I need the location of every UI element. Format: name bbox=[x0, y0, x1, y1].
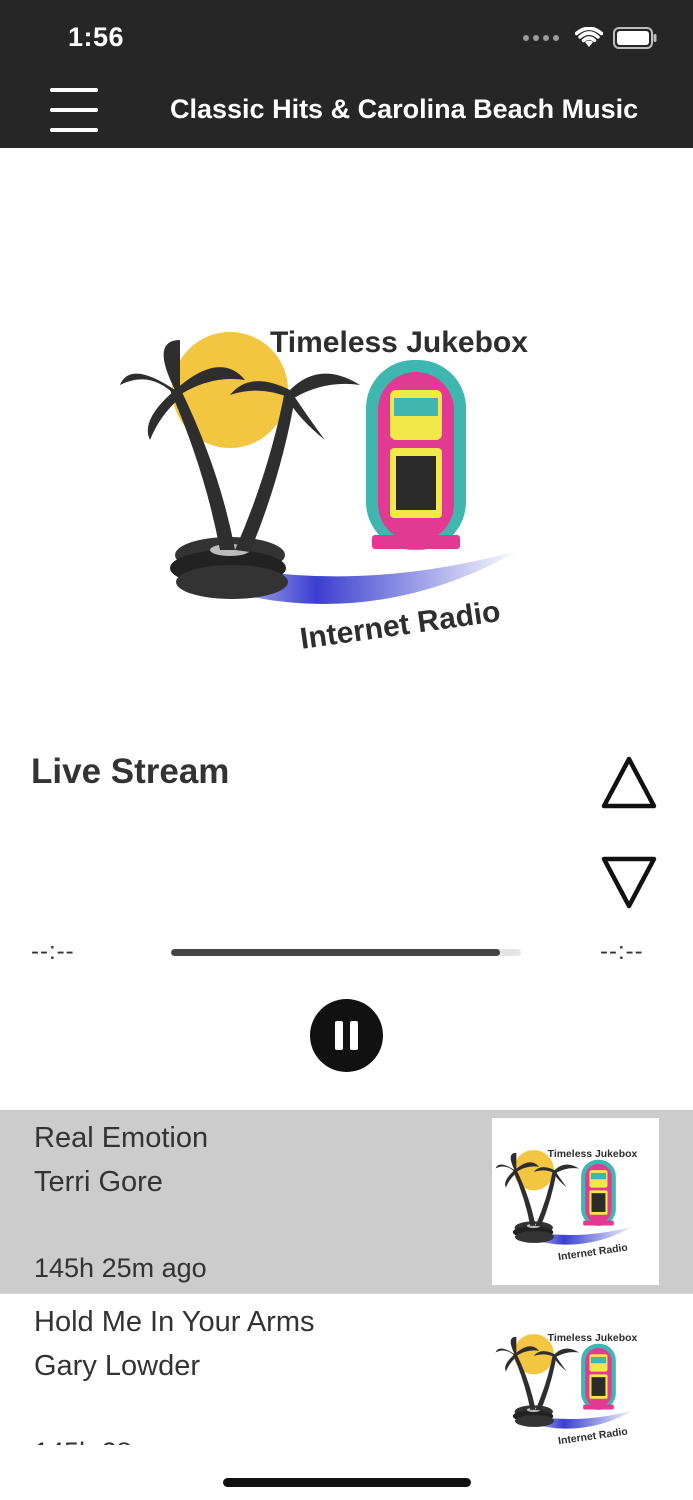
status-icons bbox=[523, 26, 657, 50]
elapsed-time: --:-- bbox=[31, 938, 75, 965]
list-item[interactable]: Hold Me In Your Arms Gary Lowder 145h 28… bbox=[0, 1294, 693, 1445]
track-played-ago: 145h 28m ago bbox=[34, 1437, 207, 1445]
track-history-list[interactable]: Real Emotion Terri Gore 145h 25m ago Hol… bbox=[0, 1110, 693, 1445]
list-item[interactable]: Real Emotion Terri Gore 145h 25m ago bbox=[0, 1110, 693, 1294]
track-artist: Gary Lowder bbox=[34, 1350, 201, 1382]
triangle-up-icon[interactable] bbox=[600, 755, 658, 811]
app-screen: 1:56 Classic Hits & Carolina Beach Music bbox=[0, 0, 693, 1500]
track-artist: Terri Gore bbox=[34, 1166, 163, 1198]
track-title: Hold Me In Your Arms bbox=[34, 1306, 315, 1338]
track-title: Real Emotion bbox=[34, 1122, 209, 1154]
triangle-down-icon[interactable] bbox=[600, 855, 658, 911]
pause-button[interactable] bbox=[310, 999, 383, 1072]
top-bar: 1:56 Classic Hits & Carolina Beach Music bbox=[0, 0, 693, 148]
station-logo bbox=[120, 326, 529, 650]
stream-title: Live Stream bbox=[31, 752, 230, 791]
home-indicator bbox=[223, 1478, 471, 1487]
pause-icon bbox=[335, 1021, 343, 1050]
wifi-icon bbox=[575, 27, 603, 47]
progress-bar[interactable] bbox=[171, 949, 521, 956]
track-artwork bbox=[492, 1302, 659, 1445]
battery-icon bbox=[613, 27, 657, 49]
status-time: 1:56 bbox=[68, 22, 125, 52]
track-artwork bbox=[492, 1118, 659, 1285]
cellular-signal-icon bbox=[523, 35, 559, 41]
track-played-ago: 145h 25m ago bbox=[34, 1253, 207, 1283]
page-title: Classic Hits & Carolina Beach Music bbox=[170, 94, 639, 124]
progress-fill bbox=[171, 949, 500, 956]
hamburger-menu-icon[interactable] bbox=[50, 88, 98, 132]
remaining-time: --:-- bbox=[600, 938, 644, 965]
